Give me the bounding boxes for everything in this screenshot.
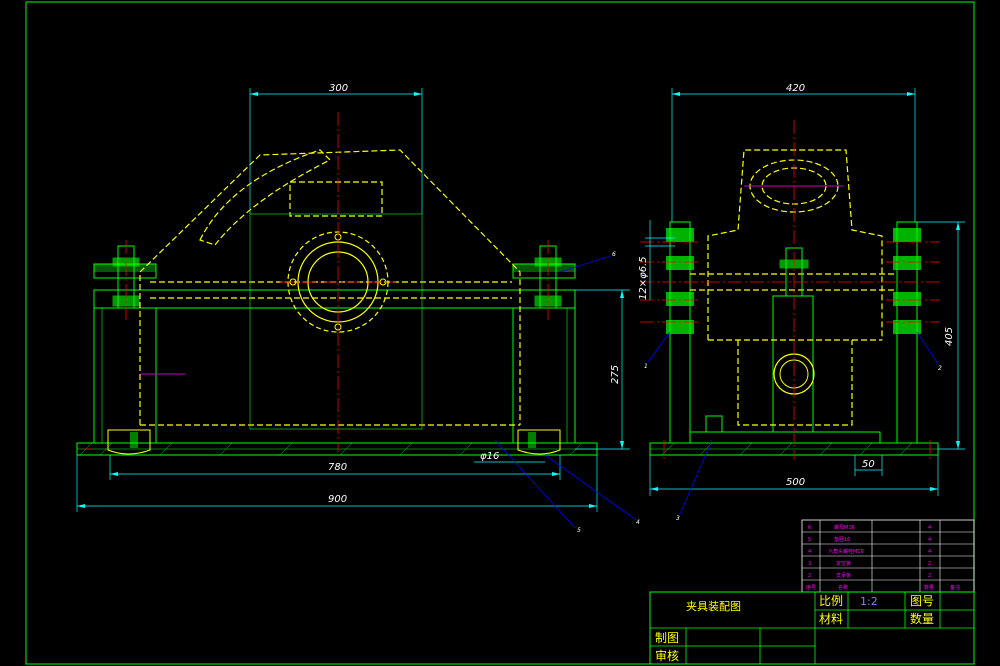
drawing-title: 夹具装配图 xyxy=(686,600,741,613)
front-dim-inner-width: 780 xyxy=(328,462,347,473)
side-dim-foot-width: 50 xyxy=(862,459,875,470)
scale-value: 1:2 xyxy=(860,595,878,608)
title-block: 夹具装配图 比例 1:2 图号 材料 数量 制图 审核 xyxy=(649,591,975,665)
parts-row-4-name: 六角头螺栓M16 xyxy=(828,548,864,555)
parts-header-note: 备注 xyxy=(950,584,960,591)
parts-row-6-no: 6 xyxy=(808,525,811,531)
side-view: 420 500 50 405 12×φ6.5 1 2 3 xyxy=(638,83,965,522)
front-leader-5: 5 xyxy=(577,527,581,534)
front-clamp-bar xyxy=(93,289,576,309)
parts-header-name: 名称 xyxy=(838,584,848,591)
drawing-frame xyxy=(25,1,975,665)
front-right-bolt xyxy=(534,245,562,309)
parts-row-2-no: 2 xyxy=(808,573,811,579)
front-dim-bolt-dia: φ16 xyxy=(480,451,499,462)
parts-row-6-qty: 4 xyxy=(928,525,931,531)
parts-row-6-name: 螺母M16 xyxy=(834,524,855,531)
side-dim-overall-width: 500 xyxy=(786,477,805,488)
checked-by-label: 审核 xyxy=(655,648,679,663)
parts-row-3-name: 定位板 xyxy=(836,560,851,567)
parts-row-4-qty: 4 xyxy=(928,549,931,555)
front-workpiece-outline xyxy=(139,149,521,426)
side-leader-1: 1 xyxy=(644,363,648,370)
side-dim-top-width: 420 xyxy=(786,83,805,94)
side-leader-2: 2 xyxy=(938,365,942,372)
front-dim-height: 275 xyxy=(610,365,621,384)
front-view: 300 780 900 275 φ16 6 5 4 xyxy=(76,83,640,534)
parts-row-2-qty: 2 xyxy=(928,573,931,579)
scale-label: 比例 xyxy=(819,594,843,608)
quantity-label: 数量 xyxy=(910,611,934,626)
cad-drawing-canvas: 300 780 900 275 φ16 6 5 4 420 500 50 405… xyxy=(25,1,975,665)
parts-row-5-qty: 4 xyxy=(928,537,931,543)
parts-header-no: 序号 xyxy=(806,584,816,591)
side-leader-3: 3 xyxy=(676,515,680,522)
parts-list: 6 螺母M16 4 5 垫圈16 4 4 六角头螺栓M16 4 3 定位板 2 … xyxy=(801,519,975,593)
parts-row-5-no: 5 xyxy=(808,537,811,543)
front-right-column xyxy=(512,307,576,444)
front-leader-6: 6 xyxy=(612,251,616,258)
side-dim-height: 405 xyxy=(944,327,955,346)
front-left-bolt xyxy=(112,245,140,309)
front-left-column xyxy=(93,307,157,444)
parts-row-5-name: 垫圈16 xyxy=(834,536,850,543)
drawing-no-label: 图号 xyxy=(910,594,934,608)
drawn-by-label: 制图 xyxy=(655,631,679,645)
front-leader-4: 4 xyxy=(636,519,640,526)
parts-row-4-no: 4 xyxy=(808,549,811,555)
side-dim-holes: 12×φ6.5 xyxy=(638,256,649,300)
front-dim-top-width: 300 xyxy=(329,83,348,94)
material-label: 材料 xyxy=(819,612,843,626)
parts-row-3-qty: 2 xyxy=(928,561,931,567)
side-workpiece-outline xyxy=(690,149,897,426)
parts-header-qty: 数量 xyxy=(924,584,934,591)
parts-row-3-no: 3 xyxy=(808,561,811,567)
front-dim-overall-width: 900 xyxy=(328,494,347,505)
parts-row-2-name: 支承板 xyxy=(836,572,851,579)
